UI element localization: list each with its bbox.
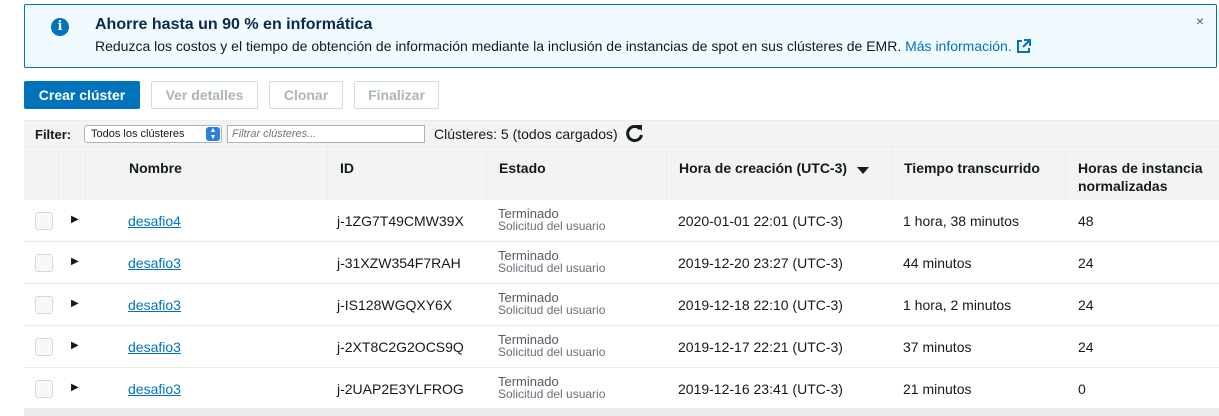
table-row[interactable]: ▶ desafio3 j-2XT8C2G2OCS9Q Terminado Soli…: [24, 326, 1219, 368]
row-checkbox[interactable]: [35, 254, 53, 272]
banner-title: Ahorre hasta un 90 % en informática: [95, 16, 373, 33]
creation-time: 2019-12-16 23:41 (UTC-3): [678, 381, 843, 397]
info-icon: i: [51, 18, 69, 36]
column-header-state[interactable]: Estado: [499, 159, 546, 177]
close-icon[interactable]: ×: [1196, 13, 1204, 29]
cluster-id: j-1ZG7T49CMW39X: [337, 213, 464, 229]
cluster-name-link[interactable]: desafio3: [128, 297, 181, 313]
normalized-hours: 24: [1078, 255, 1094, 271]
column-divider: [58, 147, 59, 201]
elapsed-time: 21 minutos: [903, 381, 972, 397]
normalized-hours: 24: [1078, 297, 1094, 313]
column-divider: [327, 147, 328, 201]
column-header-id[interactable]: ID: [340, 159, 354, 177]
creation-time: 2019-12-20 23:27 (UTC-3): [678, 255, 843, 271]
filter-bar: Filter: Todos los clústeres ▲▼ Clústeres…: [24, 120, 1219, 146]
info-banner: i Ahorre hasta un 90 % en informática Re…: [24, 4, 1217, 68]
column-divider: [666, 147, 667, 201]
cluster-count: Clústeres: 5 (todos cargados): [434, 126, 618, 142]
elapsed-time: 44 minutos: [903, 255, 972, 271]
column-divider: [486, 147, 487, 201]
table-footer: [24, 408, 1219, 416]
sort-descending-icon: [856, 167, 869, 174]
select-arrows-icon: ▲ ▼: [206, 127, 220, 141]
column-divider: [1065, 147, 1066, 201]
elapsed-time: 1 hora, 38 minutos: [903, 213, 1019, 229]
select-value: Todos los clústeres: [91, 128, 185, 140]
elapsed-time: 1 hora, 2 minutos: [903, 297, 1012, 313]
row-checkbox[interactable]: [35, 296, 53, 314]
cluster-id: j-2UAP2E3YLFROG: [337, 381, 464, 397]
cluster-name-link[interactable]: desafio4: [128, 213, 181, 229]
cluster-name-link[interactable]: desafio3: [128, 339, 181, 355]
column-divider: [85, 147, 86, 201]
normalized-hours: 48: [1078, 213, 1094, 229]
banner-text: Reduzca los costos y el tiempo de obtenc…: [95, 38, 1031, 54]
banner-message: Reduzca los costos y el tiempo de obtenc…: [95, 38, 906, 54]
cluster-state: Terminado Solicitud del usuario: [498, 374, 606, 401]
refresh-icon[interactable]: [625, 123, 645, 143]
creation-time: 2019-12-17 22:21 (UTC-3): [678, 339, 843, 355]
row-checkbox[interactable]: [35, 380, 53, 398]
table-row[interactable]: ▶ desafio3 j-31XZW354F7RAH Terminado Soli…: [24, 242, 1219, 284]
row-checkbox[interactable]: [35, 212, 53, 230]
table-row[interactable]: ▶ desafio3 j-2UAP2E3YLFROG Terminado Soli…: [24, 368, 1219, 410]
more-info-link[interactable]: Más información.: [905, 38, 1031, 54]
column-header-name[interactable]: Nombre: [129, 159, 182, 177]
cluster-id: j-IS128WGQXY6X: [337, 297, 453, 313]
table-row[interactable]: ▶ desafio4 j-1ZG7T49CMW39X Terminado Soli…: [24, 200, 1219, 242]
terminate-button[interactable]: Finalizar: [354, 81, 439, 109]
expand-arrow-icon[interactable]: ▶: [71, 340, 79, 351]
cluster-state: Terminado Solicitud del usuario: [498, 332, 606, 359]
column-header-created[interactable]: Hora de creación (UTC-3): [679, 159, 869, 177]
cluster-name-link[interactable]: desafio3: [128, 255, 181, 271]
external-link-icon: [1016, 39, 1031, 53]
expand-arrow-icon[interactable]: ▶: [71, 382, 79, 393]
filter-label: Filter:: [35, 127, 72, 142]
view-details-button[interactable]: Ver detalles: [151, 81, 258, 109]
cluster-state: Terminado Solicitud del usuario: [498, 206, 606, 233]
cluster-name-link[interactable]: desafio3: [128, 381, 181, 397]
creation-time: 2020-01-01 22:01 (UTC-3): [678, 213, 843, 229]
cluster-id: j-31XZW354F7RAH: [337, 255, 461, 271]
elapsed-time: 37 minutos: [903, 339, 972, 355]
column-header-hours[interactable]: Horas de instancia normalizadas: [1078, 159, 1203, 195]
cluster-state: Terminado Solicitud del usuario: [498, 248, 606, 275]
cluster-state: Terminado Solicitud del usuario: [498, 290, 606, 317]
column-divider: [891, 147, 892, 201]
expand-arrow-icon[interactable]: ▶: [71, 214, 79, 225]
table-header: Nombre ID Estado Hora de creación (UTC-3…: [24, 146, 1219, 201]
creation-time: 2019-12-18 22:10 (UTC-3): [678, 297, 843, 313]
cluster-id: j-2XT8C2G2OCS9Q: [337, 339, 464, 355]
normalized-hours: 0: [1078, 381, 1086, 397]
cluster-filter-select[interactable]: Todos los clústeres ▲ ▼: [84, 125, 222, 143]
clone-button[interactable]: Clonar: [269, 81, 343, 109]
column-header-elapsed[interactable]: Tiempo transcurrido: [904, 159, 1040, 177]
filter-search-input[interactable]: [227, 125, 425, 143]
row-checkbox[interactable]: [35, 338, 53, 356]
expand-arrow-icon[interactable]: ▶: [71, 256, 79, 267]
normalized-hours: 24: [1078, 339, 1094, 355]
table-row[interactable]: ▶ desafio3 j-IS128WGQXY6X Terminado Solic…: [24, 284, 1219, 326]
create-cluster-button[interactable]: Crear clúster: [24, 81, 140, 109]
expand-arrow-icon[interactable]: ▶: [71, 298, 79, 309]
